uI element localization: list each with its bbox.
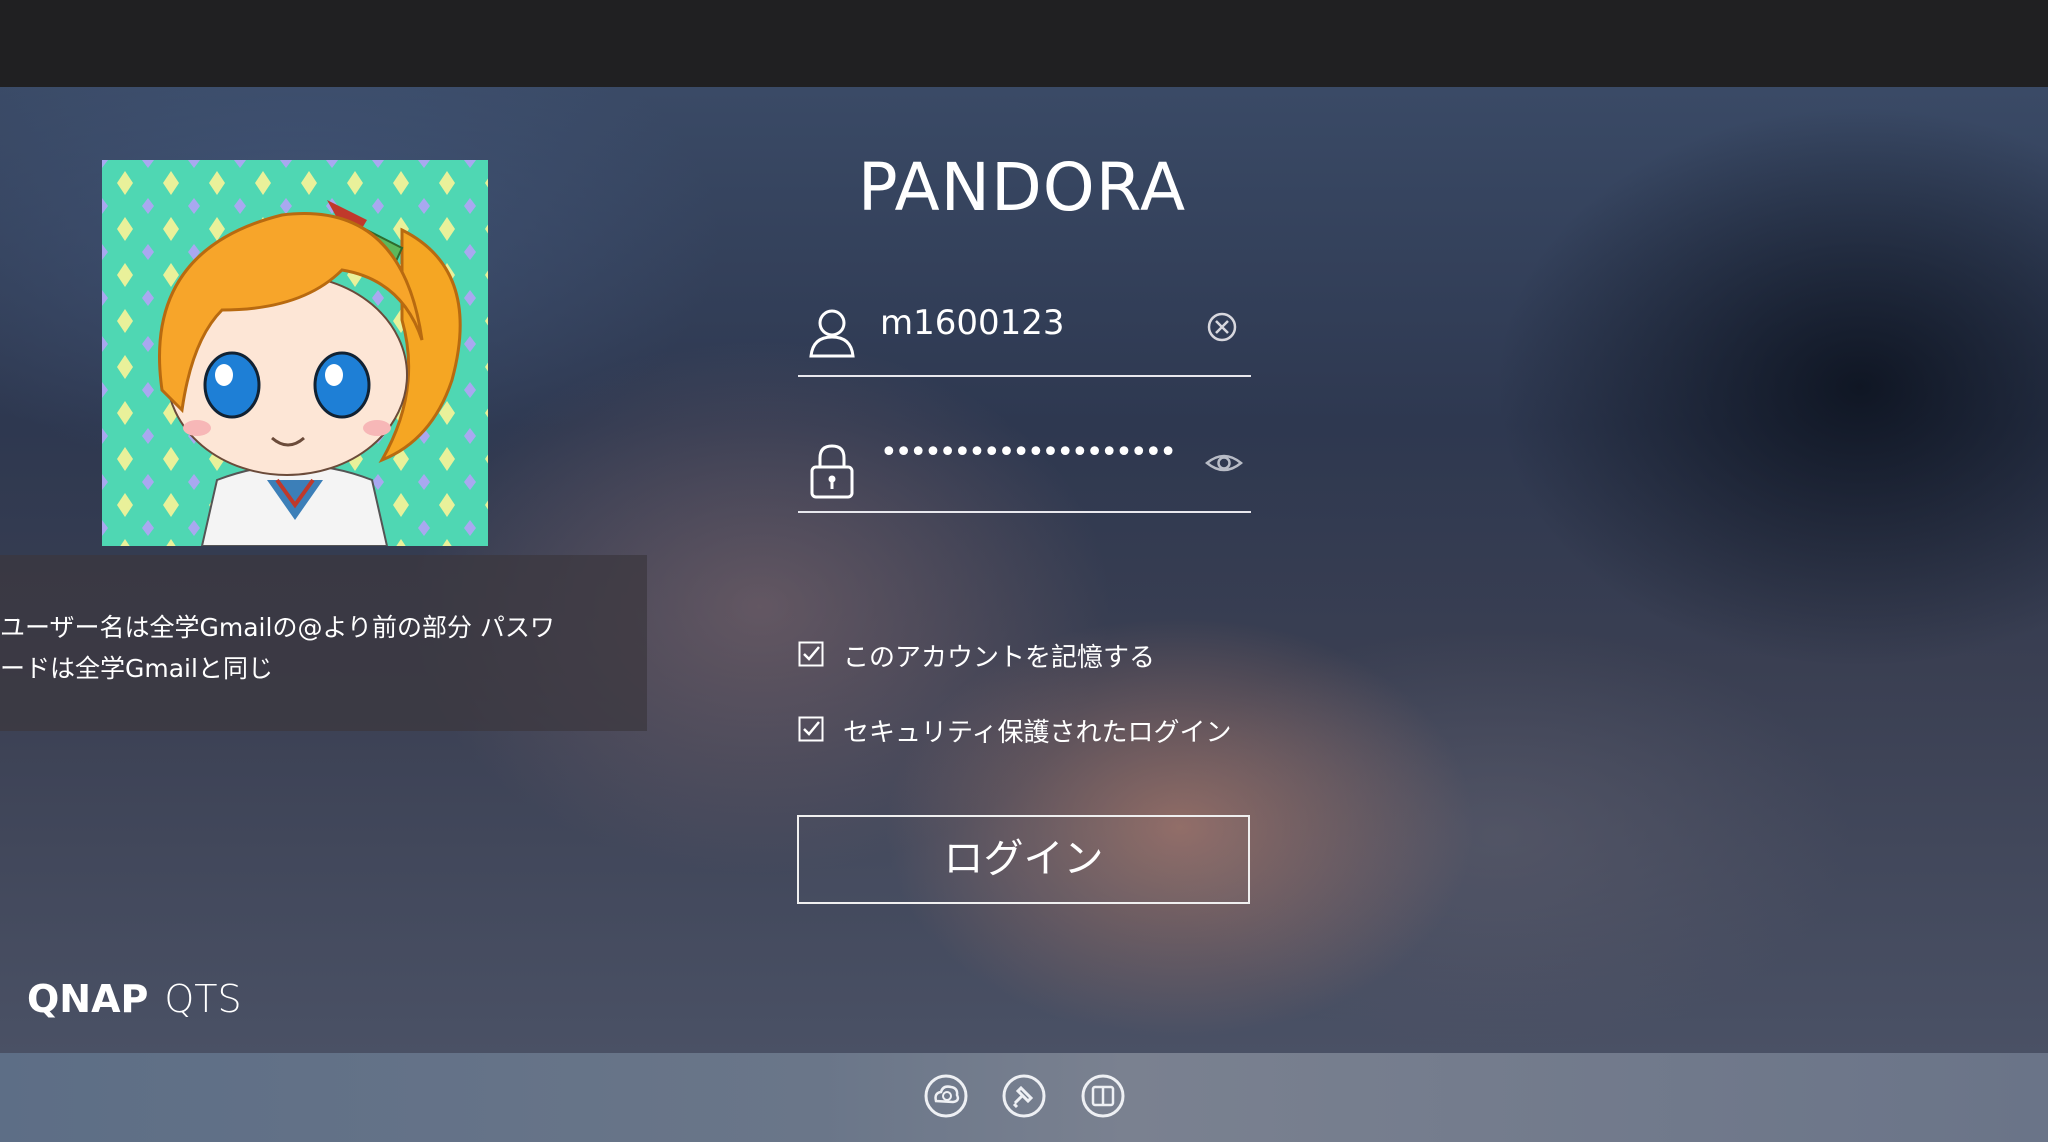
user-icon: [808, 307, 856, 359]
remember-account-checkbox[interactable]: [798, 641, 824, 667]
username-field[interactable]: m1600123: [798, 283, 1251, 377]
login-notice: ユーザー名は全学Gmailの@より前の部分 パスワ ードは全学Gmailと同じ: [0, 555, 647, 731]
qnap-cloud-icon[interactable]: [923, 1073, 969, 1119]
footer-bar: [0, 1053, 2048, 1142]
reader-icon[interactable]: [1080, 1073, 1126, 1119]
secure-login-label[interactable]: セキュリティ保護されたログイン: [843, 712, 1231, 749]
eye-icon[interactable]: [1205, 446, 1243, 480]
remember-account-label[interactable]: このアカウントを記憶する: [843, 637, 1155, 674]
top-bar: [0, 0, 2048, 87]
username-input[interactable]: m1600123: [880, 303, 1065, 343]
brand-logo: QNAP QTS: [27, 977, 242, 1021]
login-button[interactable]: ログイン: [797, 815, 1250, 904]
password-input[interactable]: ••••••••••••••••••••: [880, 435, 1177, 470]
server-name: PANDORA: [857, 149, 1187, 226]
notice-text: ユーザー名は全学Gmailの@より前の部分 パスワ ードは全学Gmailと同じ: [0, 613, 555, 683]
avatar: [102, 160, 488, 546]
tools-icon[interactable]: [1001, 1073, 1047, 1119]
lock-icon: [808, 443, 856, 499]
clear-icon[interactable]: [1205, 310, 1239, 344]
brand-product: QTS: [164, 977, 242, 1021]
login-page: ユーザー名は全学Gmailの@より前の部分 パスワ ードは全学Gmailと同じ …: [0, 87, 2048, 1053]
secure-login-checkbox[interactable]: [798, 716, 824, 742]
password-field[interactable]: ••••••••••••••••••••: [798, 419, 1251, 513]
brand-name: QNAP: [27, 977, 149, 1021]
